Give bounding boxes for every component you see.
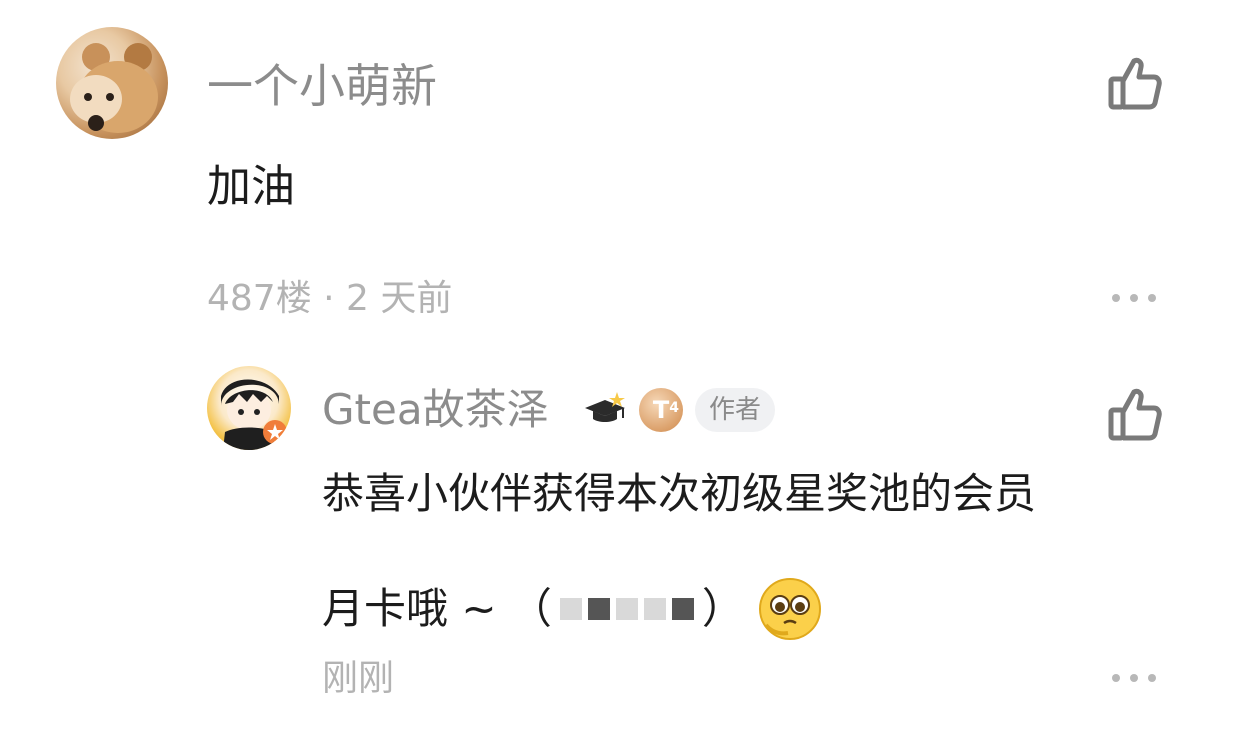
reply-content-text: 月卡哦 ~ （	[322, 584, 552, 633]
pixelated-kaomoji	[559, 598, 694, 620]
user-badges: T4 作者	[583, 383, 776, 437]
pleading-face-emoji	[758, 577, 822, 641]
thumbs-up-icon[interactable]	[1108, 55, 1162, 111]
reply-meta: 刚刚	[322, 658, 395, 699]
reply-content-end: ）	[701, 584, 744, 633]
level-badge: T4	[639, 388, 683, 432]
comment-content: 加油	[207, 161, 295, 212]
thumbs-up-icon[interactable]	[1108, 386, 1162, 442]
reply-username[interactable]: Gtea故茶泽	[322, 384, 549, 436]
graduation-cap-icon	[583, 390, 631, 430]
more-dots-icon[interactable]	[1112, 292, 1156, 304]
reply-content-line2: 月卡哦 ~ （ ）	[322, 577, 822, 641]
reply-content-line1: 恭喜小伙伴获得本次初级星奖池的会员	[322, 469, 1037, 518]
avatar[interactable]	[207, 366, 291, 450]
comment-meta: 487楼 · 2 天前	[207, 278, 453, 319]
author-tag: 作者	[695, 388, 776, 432]
username[interactable]: 一个小萌新	[207, 58, 437, 114]
more-dots-icon[interactable]	[1112, 672, 1156, 684]
avatar[interactable]	[56, 27, 168, 139]
